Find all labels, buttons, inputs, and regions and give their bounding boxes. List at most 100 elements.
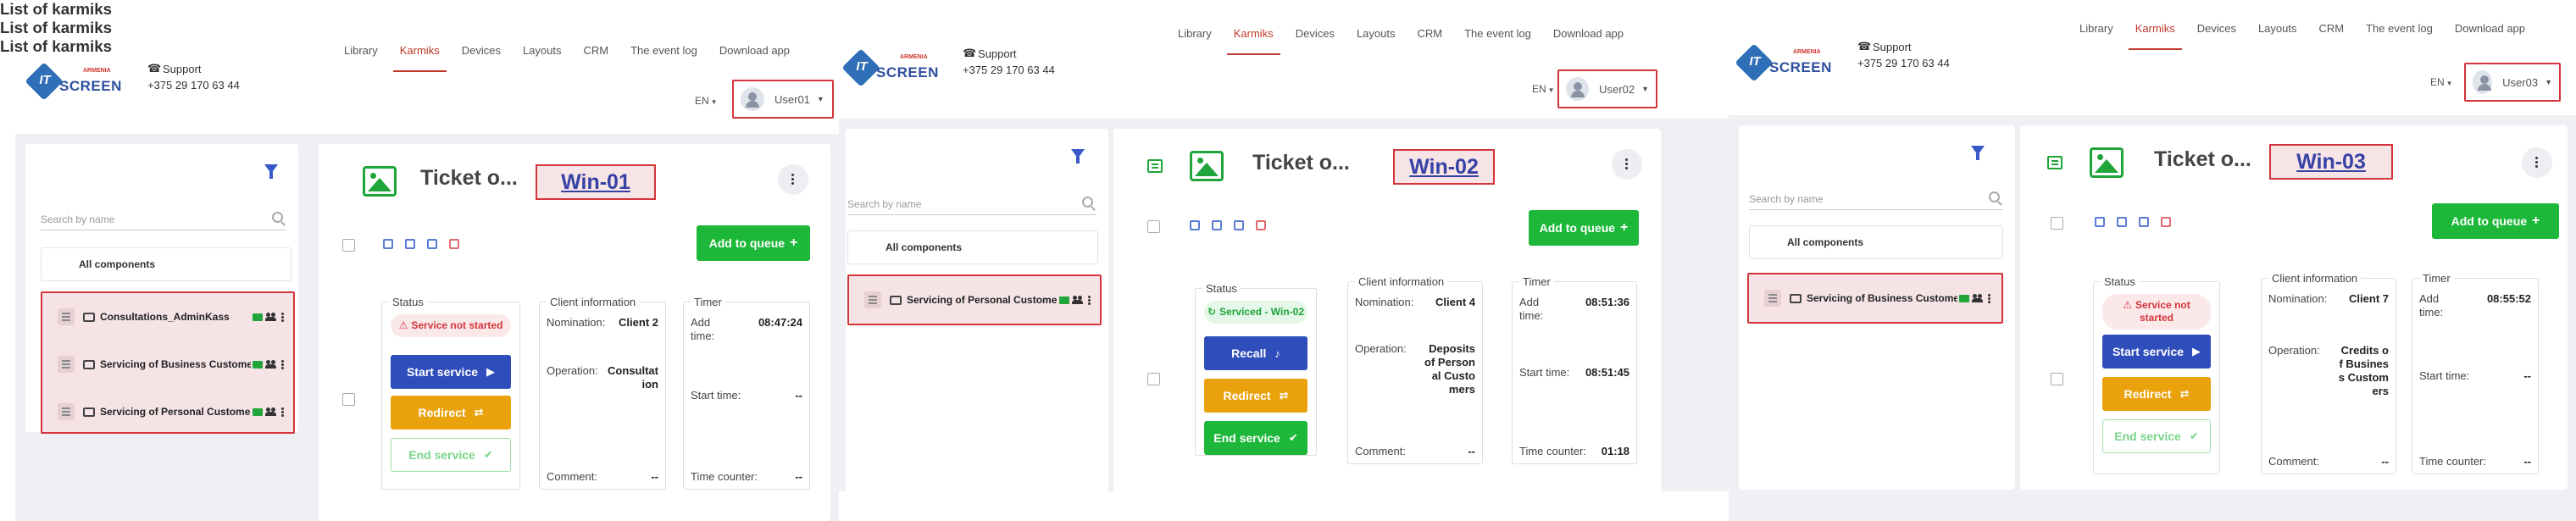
trash-icon[interactable] bbox=[2161, 217, 2171, 227]
search-input[interactable]: Search by name bbox=[1749, 188, 2003, 210]
drag-handle-icon[interactable] bbox=[58, 308, 75, 325]
ticket-checkbox[interactable] bbox=[342, 393, 355, 406]
end-service-button[interactable]: End service ✔ bbox=[1204, 421, 1307, 455]
nav-item-library[interactable]: Library bbox=[2079, 22, 2113, 50]
image-icon bbox=[363, 166, 397, 197]
window-name-link[interactable]: Win-02 bbox=[1393, 149, 1495, 185]
document-icon[interactable] bbox=[2139, 217, 2149, 227]
search-input[interactable]: Search by name bbox=[847, 193, 1096, 215]
nav-item-devices[interactable]: Devices bbox=[2197, 22, 2236, 50]
nav-item-devices[interactable]: Devices bbox=[462, 44, 501, 72]
nav-item-library[interactable]: Library bbox=[1178, 27, 1212, 55]
redirect-button[interactable]: Redirect ⇄ bbox=[1204, 379, 1307, 413]
trash-icon[interactable] bbox=[1256, 220, 1266, 230]
all-components-item[interactable]: All components bbox=[41, 247, 291, 281]
user-menu[interactable]: User02 ▼ bbox=[1557, 69, 1657, 108]
filter-icon[interactable] bbox=[1071, 149, 1085, 164]
filter-icon[interactable] bbox=[1971, 146, 1985, 160]
all-components-item[interactable]: All components bbox=[847, 230, 1098, 264]
nav-item-layouts[interactable]: Layouts bbox=[2258, 22, 2297, 50]
nav-item-crm[interactable]: CRM bbox=[1418, 27, 1443, 55]
nav-item-the-event-log[interactable]: The event log bbox=[630, 44, 697, 72]
support-phone[interactable]: +375 29 170 63 44 bbox=[1857, 57, 1950, 69]
document-icon[interactable] bbox=[1234, 220, 1244, 230]
shuffle-icon[interactable] bbox=[2095, 217, 2105, 227]
select-all-checkbox[interactable] bbox=[1147, 220, 1160, 233]
add-to-queue-button[interactable]: Add to queue + bbox=[2432, 203, 2559, 239]
drag-handle-icon[interactable] bbox=[58, 356, 75, 373]
trash-icon[interactable] bbox=[449, 239, 459, 249]
list-item[interactable]: Servicing of Business Custome bbox=[42, 341, 293, 388]
nav-item-karmiks[interactable]: Karmiks bbox=[392, 44, 447, 72]
edit-icon[interactable] bbox=[1212, 220, 1222, 230]
redirect-button[interactable]: Redirect ⇄ bbox=[391, 396, 511, 430]
language-select[interactable]: EN ▼ bbox=[695, 95, 718, 107]
nav-item-download-app[interactable]: Download app bbox=[719, 44, 790, 72]
redirect-button[interactable]: Redirect ⇄ bbox=[2102, 377, 2211, 411]
nav-item-karmiks[interactable]: Karmiks bbox=[2128, 22, 2182, 50]
language-select[interactable]: EN ▼ bbox=[2430, 76, 2453, 88]
add-to-queue-label: Add to queue bbox=[708, 236, 786, 250]
more-vertical-icon[interactable] bbox=[281, 410, 284, 413]
start-time-value: -- bbox=[2523, 369, 2531, 382]
more-vertical-icon[interactable] bbox=[778, 164, 808, 195]
more-vertical-icon[interactable] bbox=[1088, 298, 1091, 302]
nomination-label: Nomination: bbox=[2268, 292, 2328, 305]
nav-item-the-event-log[interactable]: The event log bbox=[2366, 22, 2433, 50]
nav-item-layouts[interactable]: Layouts bbox=[1357, 27, 1396, 55]
nav-item-library[interactable]: Library bbox=[344, 44, 378, 72]
ticket-checkbox[interactable] bbox=[2051, 373, 2063, 385]
edit-icon[interactable] bbox=[405, 239, 415, 249]
window-name-link[interactable]: Win-01 bbox=[536, 164, 656, 200]
all-components-item[interactable]: All components bbox=[1749, 225, 2003, 259]
support-phone[interactable]: +375 29 170 63 44 bbox=[147, 79, 240, 91]
list-view-icon[interactable] bbox=[2047, 156, 2062, 169]
edit-icon[interactable] bbox=[2117, 217, 2127, 227]
select-all-checkbox[interactable] bbox=[2051, 217, 2063, 230]
add-to-queue-button[interactable]: Add to queue + bbox=[697, 225, 810, 261]
nav-item-layouts[interactable]: Layouts bbox=[523, 44, 562, 72]
recall-button[interactable]: Recall ♪ bbox=[1204, 336, 1307, 370]
drag-handle-icon[interactable] bbox=[864, 291, 881, 308]
document-icon[interactable] bbox=[427, 239, 437, 249]
drag-handle-icon[interactable] bbox=[58, 403, 75, 420]
drag-handle-icon[interactable] bbox=[1764, 290, 1781, 307]
select-all-checkbox[interactable] bbox=[342, 239, 355, 252]
filter-icon[interactable] bbox=[264, 164, 278, 179]
itscreen-logo[interactable]: IT ARMENIA SCREEN bbox=[25, 62, 124, 101]
start-service-button[interactable]: Start service ▶ bbox=[391, 355, 511, 389]
list-view-icon[interactable] bbox=[1147, 159, 1163, 173]
itscreen-logo[interactable]: IT ARMENIA SCREEN bbox=[1735, 43, 1834, 82]
language-select[interactable]: EN ▼ bbox=[1532, 83, 1555, 95]
user-name: User01 bbox=[774, 92, 810, 106]
ticket-checkbox[interactable] bbox=[1147, 373, 1160, 385]
window-name-link[interactable]: Win-03 bbox=[2269, 144, 2393, 180]
search-input[interactable]: Search by name bbox=[41, 208, 286, 230]
nav-item-the-event-log[interactable]: The event log bbox=[1464, 27, 1531, 55]
nav-item-crm[interactable]: CRM bbox=[2319, 22, 2345, 50]
start-service-button[interactable]: Start service ▶ bbox=[2102, 335, 2211, 369]
more-vertical-icon[interactable] bbox=[2522, 147, 2552, 178]
itscreen-logo[interactable]: IT ARMENIA SCREEN bbox=[841, 48, 941, 87]
add-to-queue-button[interactable]: Add to queue + bbox=[1529, 210, 1639, 246]
more-vertical-icon[interactable] bbox=[281, 363, 284, 366]
support-phone[interactable]: +375 29 170 63 44 bbox=[963, 64, 1055, 76]
nav-item-download-app[interactable]: Download app bbox=[1553, 27, 1624, 55]
shuffle-icon[interactable] bbox=[383, 239, 393, 249]
list-item[interactable]: Servicing of Personal Custome bbox=[849, 276, 1100, 324]
check-circle-icon: ✔ bbox=[1288, 431, 1298, 444]
nav-item-download-app[interactable]: Download app bbox=[2455, 22, 2525, 50]
nav-item-karmiks[interactable]: Karmiks bbox=[1226, 27, 1280, 55]
list-item[interactable]: Consultations_AdminKass bbox=[42, 293, 293, 341]
more-vertical-icon[interactable] bbox=[1988, 297, 1990, 300]
nav-item-devices[interactable]: Devices bbox=[1296, 27, 1335, 55]
user-menu[interactable]: User03 ▼ bbox=[2464, 63, 2561, 102]
more-vertical-icon[interactable] bbox=[281, 315, 284, 319]
screenshot-root: IT ARMENIA SCREEN Support +375 29 170 63 44 L… bbox=[0, 0, 2576, 521]
shuffle-icon[interactable] bbox=[1190, 220, 1200, 230]
list-item[interactable]: Servicing of Personal Custome bbox=[42, 388, 293, 435]
user-menu[interactable]: User01 ▼ bbox=[732, 80, 834, 119]
list-item[interactable]: Servicing of Business Custome bbox=[1749, 274, 2001, 322]
nav-item-crm[interactable]: CRM bbox=[584, 44, 609, 72]
more-vertical-icon[interactable] bbox=[1612, 149, 1642, 180]
